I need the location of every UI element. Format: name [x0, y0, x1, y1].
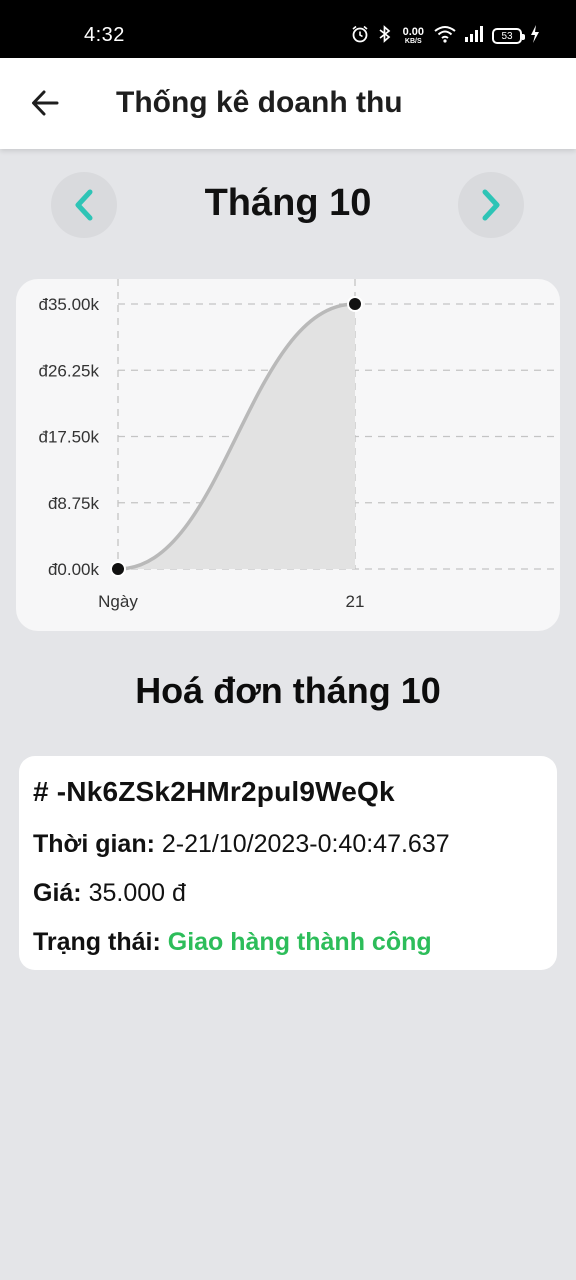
battery-icon: 53	[492, 28, 525, 44]
data-point	[110, 561, 126, 577]
signal-icon	[464, 25, 484, 47]
arrow-left-icon	[32, 90, 59, 116]
invoice-heading: Hoá đơn tháng 10	[135, 670, 441, 711]
y-tick-label: đ26.25k	[39, 361, 100, 380]
status-bar: 4:32 0.00 KB/S 53	[0, 0, 576, 58]
y-tick-label: đ17.50k	[39, 428, 100, 447]
invoice-price-label: Giá:	[33, 879, 82, 907]
bluetooth-icon	[377, 24, 393, 48]
invoice-price-value: 35.000 đ	[88, 879, 186, 907]
invoice-time-value: 2-21/10/2023-0:40:47.637	[161, 830, 450, 858]
invoice-price-row: Giá: 35.000 đ	[33, 879, 543, 908]
invoice-time-row: Thời gian: 2-21/10/2023-0:40:47.637	[33, 830, 543, 859]
invoice-status-row: Trạng thái: Giao hàng thành công	[33, 928, 543, 957]
alarm-icon	[351, 25, 369, 48]
y-tick-label: đ8.75k	[48, 494, 100, 513]
network-speed: 0.00 KB/S	[402, 26, 424, 46]
data-point	[347, 296, 363, 312]
status-icons: 0.00 KB/S 53	[351, 24, 540, 48]
y-tick-label: đ35.00k	[39, 295, 100, 314]
back-button[interactable]	[30, 88, 60, 118]
page-title: Thống kê doanh thu	[116, 86, 403, 119]
next-month-button[interactable]	[458, 172, 524, 238]
revenue-chart: đ0.00k đ8.75k đ17.50k đ26.25k đ35.00k Ngày 21	[16, 279, 560, 631]
wifi-icon	[434, 25, 456, 48]
app-bar: Thống kê doanh thu	[0, 58, 576, 149]
revenue-chart-svg: đ0.00k đ8.75k đ17.50k đ26.25k đ35.00k Ngày 21	[39, 279, 560, 611]
charging-icon	[530, 24, 540, 48]
invoice-status-label: Trạng thái:	[33, 928, 161, 956]
invoice-status-value: Giao hàng thành công	[167, 928, 432, 956]
chevron-right-icon	[482, 189, 500, 221]
x-tick-label: Ngày	[98, 592, 138, 611]
x-tick-label: 21	[346, 592, 365, 611]
invoice-id: # -Nk6ZSk2HMr2pul9WeQk	[33, 776, 395, 807]
invoice-time-label: Thời gian:	[33, 830, 155, 858]
month-navigation: Tháng 10	[0, 172, 576, 238]
status-time: 4:32	[84, 24, 125, 46]
invoice-card[interactable]: # -Nk6ZSk2HMr2pul9WeQk Thời gian: 2-21/1…	[19, 756, 557, 970]
y-tick-label: đ0.00k	[48, 560, 100, 579]
